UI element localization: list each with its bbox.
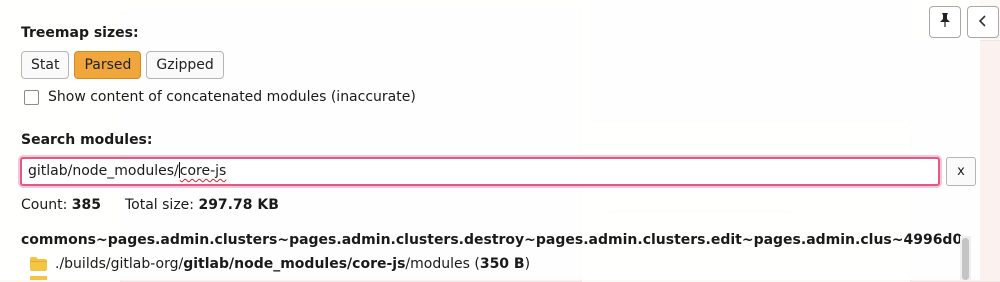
parsed-size-button[interactable]: Parsed	[74, 51, 142, 79]
concatenated-modules-checkbox[interactable]	[24, 89, 39, 105]
module-list-scrollbar-thumb[interactable]	[962, 238, 969, 280]
sidebar-panel: Treemap sizes: Stat Parsed Gzipped Show …	[0, 0, 980, 280]
total-size-value: 297.78 KB	[198, 197, 279, 213]
stat-size-button[interactable]: Stat	[21, 51, 70, 79]
search-modules-label: Search modules:	[21, 132, 153, 148]
module-list-item[interactable]: ./builds/gitlab-org/gitlab/node_modules/…	[30, 256, 530, 272]
module-path: ./builds/gitlab-org/gitlab/node_modules/…	[55, 256, 530, 272]
concatenated-modules-option[interactable]: Show content of concatenated modules (in…	[24, 89, 416, 105]
pin-icon	[938, 12, 952, 32]
search-value-after-caret: core-js	[179, 163, 227, 179]
count-label: Count:	[21, 197, 68, 213]
chevron-left-icon	[977, 13, 989, 32]
total-size-label: Total size:	[124, 197, 194, 213]
chunk-title[interactable]: commons~pages.admin.clusters~pages.admin…	[21, 232, 961, 248]
module-path-match: gitlab/node_modules/core-js	[183, 256, 406, 272]
module-path-prefix: ./builds/gitlab-org/	[55, 256, 184, 272]
pin-sidebar-button[interactable]	[929, 6, 961, 38]
count-value: 385	[71, 197, 101, 213]
search-modules-input[interactable]: gitlab/node_modules/core-js	[20, 157, 940, 186]
module-size-open: (	[469, 256, 480, 272]
folder-icon	[30, 276, 47, 280]
treemap-size-switcher: Stat Parsed Gzipped	[21, 51, 224, 79]
folder-icon	[30, 257, 47, 271]
module-size-close: )	[524, 256, 531, 272]
concatenated-modules-label: Show content of concatenated modules (in…	[48, 89, 416, 105]
module-path-suffix: /modules	[405, 256, 470, 272]
gzipped-size-button[interactable]: Gzipped	[146, 51, 224, 79]
search-value-before-caret: gitlab/node_modules/	[28, 163, 179, 179]
treemap-sizes-label: Treemap sizes:	[21, 25, 139, 41]
module-size: 350 B	[479, 256, 525, 272]
clear-search-button[interactable]: x	[946, 157, 976, 186]
search-stats: Count: 385 Total size: 297.78 KB	[21, 197, 279, 213]
collapse-sidebar-button[interactable]	[967, 6, 999, 38]
